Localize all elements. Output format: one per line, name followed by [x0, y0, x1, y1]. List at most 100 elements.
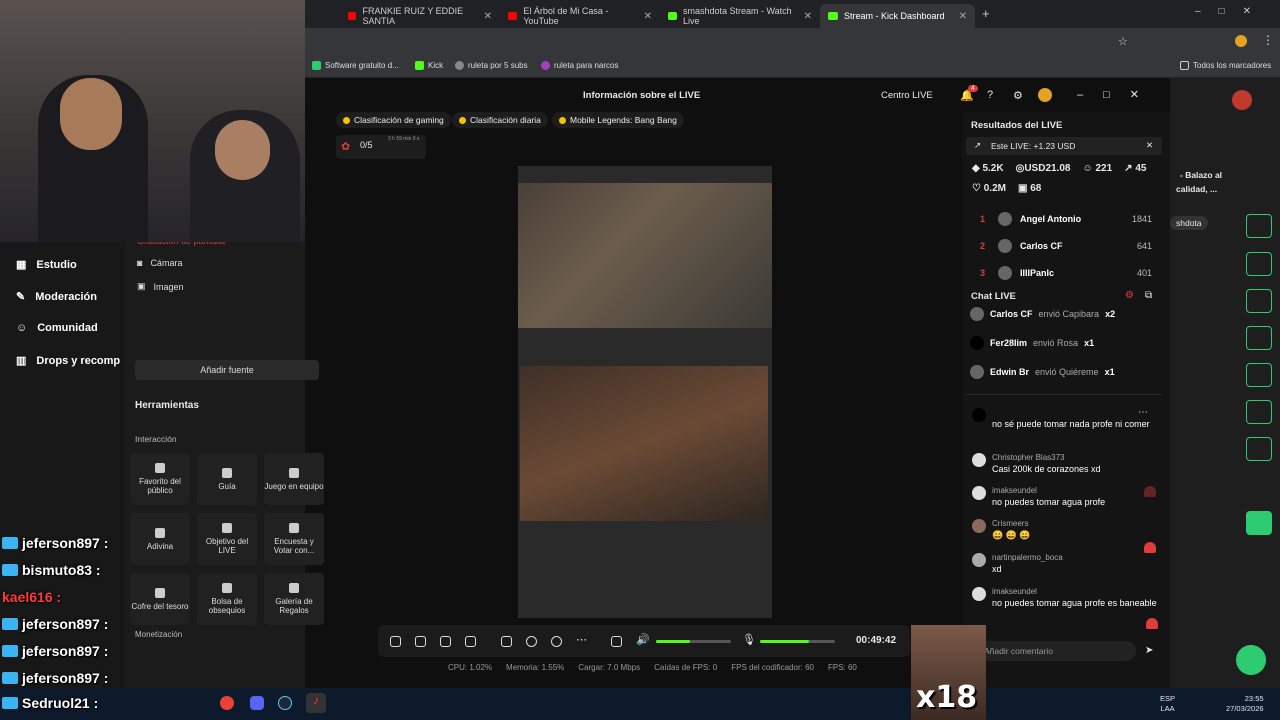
- popout-icon[interactable]: ⧉: [1145, 290, 1152, 301]
- tool-bolsa[interactable]: Bolsa de obsequios: [197, 573, 257, 625]
- speaker-icon[interactable]: 🔊: [636, 633, 650, 646]
- chat-message[interactable]: nartinpalermo_boca xd: [970, 553, 1160, 575]
- tool-objetivo[interactable]: Objetivo del LIVE: [197, 513, 257, 565]
- close-icon[interactable]: ✕: [484, 11, 492, 22]
- record-icon[interactable]: [526, 636, 537, 647]
- avatar: [972, 408, 986, 422]
- magic-icon[interactable]: [390, 636, 401, 647]
- phone-icon[interactable]: [501, 636, 512, 647]
- bookmark-software[interactable]: Software gratuito d...: [312, 61, 399, 70]
- chat-message[interactable]: no sé puede tomar nada profe ni comer: [970, 408, 1160, 430]
- tiktok-icon[interactable]: ♪: [306, 693, 326, 713]
- screen-icon[interactable]: [415, 636, 426, 647]
- more-icon[interactable]: ⋯: [1138, 407, 1148, 418]
- tool-guia[interactable]: Guía: [197, 453, 257, 505]
- sidebar-item-comunidad[interactable]: ☺ Comunidad: [16, 322, 98, 334]
- tab-frankie[interactable]: FRANKIE RUIZ Y EDDIE SANTIA ✕: [340, 4, 500, 28]
- source-camera[interactable]: ◙ Cámara: [137, 258, 182, 268]
- goal-widget[interactable]: ✿ 0/5 3 h 59 min 9 s: [336, 135, 426, 159]
- rank-row[interactable]: 1 Angel Antonio 1841: [980, 212, 1152, 226]
- gift-message: Fer28lim envió Rosa x1: [970, 336, 1094, 350]
- pill-diaria[interactable]: Clasificación diaria: [452, 112, 548, 128]
- green-tool-button[interactable]: [1246, 214, 1272, 238]
- sidebar-item-moderacion[interactable]: ✎ Moderación: [16, 290, 97, 304]
- overlay-chat-line: jeferson897 :: [2, 643, 108, 659]
- volume-slider[interactable]: [656, 640, 731, 643]
- camera-icon[interactable]: [551, 636, 562, 647]
- bookmark-icon: [455, 61, 464, 70]
- tool-favorito[interactable]: Favorito del público: [130, 453, 190, 505]
- window-controls[interactable]: –□✕: [1077, 88, 1159, 101]
- mixer-icon[interactable]: [611, 636, 622, 647]
- bookmark-ruleta-subs[interactable]: ruleta por 5 subs: [455, 61, 528, 70]
- tool-galeria[interactable]: Galería de Regalos: [264, 573, 324, 625]
- tool-juego-equipo[interactable]: Juego en equipo: [264, 453, 324, 505]
- settings-icon[interactable]: ⚙: [1013, 89, 1023, 102]
- star-icon[interactable]: ☆: [1118, 35, 1128, 48]
- steam-icon[interactable]: [278, 696, 292, 710]
- gifts-stat: ▣ 68: [1017, 183, 1042, 194]
- rose-icon: ✿: [341, 141, 351, 153]
- all-bookmarks[interactable]: Todos los marcadores: [1180, 61, 1271, 70]
- tab-kick-dashboard[interactable]: Stream - Kick Dashboard ✕: [820, 4, 975, 28]
- green-tool-button[interactable]: [1246, 437, 1272, 461]
- discord-icon[interactable]: [250, 696, 264, 710]
- pill-gaming[interactable]: Clasificación de gaming: [336, 112, 451, 128]
- effects-icon[interactable]: [440, 636, 451, 647]
- comment-input[interactable]: Añadir comentario: [968, 641, 1136, 661]
- stream-preview: [518, 166, 772, 618]
- green-tool-button[interactable]: [1246, 511, 1272, 535]
- avatar[interactable]: [1232, 90, 1252, 110]
- people-icon: ☺: [16, 322, 28, 334]
- green-tool-button[interactable]: [1246, 289, 1272, 313]
- mic-icon[interactable]: 🎙: [742, 633, 756, 646]
- clock[interactable]: 23:55 27/03/2026: [1226, 694, 1264, 714]
- chat-message[interactable]: imakseundel no puedes tomar agua profe es…: [970, 587, 1160, 609]
- tool-encuesta[interactable]: Encuesta y Votar con...: [264, 513, 324, 565]
- avatar[interactable]: [1235, 35, 1247, 47]
- green-tool-button[interactable]: [1246, 252, 1272, 276]
- support-icon[interactable]: [1236, 645, 1266, 675]
- close-icon[interactable]: ✕: [644, 11, 652, 22]
- tab-arbol[interactable]: El Árbol de Mi Casa - YouTube ✕: [500, 4, 660, 28]
- new-tab-button[interactable]: +: [982, 6, 990, 21]
- rank-row[interactable]: 3 IIIIPanIc 401: [980, 266, 1152, 280]
- pill-mlbb[interactable]: Mobile Legends: Bang Bang: [552, 112, 684, 128]
- close-icon[interactable]: ✕: [1146, 140, 1153, 151]
- tool-cofre[interactable]: Cofre del tesoro: [130, 573, 190, 625]
- tool-adivina[interactable]: Adivina: [130, 513, 190, 565]
- chrome-icon[interactable]: [220, 696, 234, 710]
- bookmark-ruleta-narcos[interactable]: ruleta para narcos: [541, 61, 618, 70]
- chat-message[interactable]: Christopher Blas373 Casi 200k de corazone…: [970, 453, 1160, 475]
- source-image[interactable]: ▣ Imagen: [137, 281, 184, 292]
- bookmark-kick[interactable]: Kick: [415, 61, 443, 70]
- mic-slider[interactable]: [760, 640, 835, 643]
- sidebar-item-estudio[interactable]: ▦ Estudio: [16, 258, 77, 272]
- avatar[interactable]: [1038, 88, 1052, 102]
- language-indicator[interactable]: ESP LAA: [1160, 694, 1175, 714]
- window-controls[interactable]: –□✕: [1195, 6, 1269, 17]
- tab-smashdota[interactable]: smashdota Stream - Watch Live ✕: [660, 4, 820, 28]
- centro-live-button[interactable]: Centro LIVE: [881, 90, 933, 101]
- menu-icon[interactable]: ⋮: [1262, 33, 1274, 47]
- more-icon[interactable]: ⋯: [576, 633, 587, 646]
- rank-row[interactable]: 2 Carlos CF 641: [980, 239, 1152, 253]
- avatar: [972, 453, 986, 467]
- sidebar-item-drops[interactable]: ▥ Drops y recomp: [16, 354, 120, 368]
- chat-title: Chat LIVE: [971, 291, 1016, 302]
- chat-message[interactable]: Crismeers 😄 😄 😄: [970, 519, 1160, 541]
- close-icon[interactable]: ✕: [959, 11, 967, 22]
- add-icon[interactable]: [465, 636, 476, 647]
- help-icon[interactable]: ?: [987, 89, 993, 101]
- tag-pill[interactable]: shdota: [1170, 216, 1208, 230]
- green-tool-button[interactable]: [1246, 400, 1272, 424]
- add-source-button[interactable]: Añadir fuente: [135, 360, 319, 380]
- settings-icon[interactable]: ⚙: [1125, 290, 1134, 301]
- badge-icon: [2, 618, 18, 630]
- green-tool-button[interactable]: [1246, 363, 1272, 387]
- green-tool-button[interactable]: [1246, 326, 1272, 350]
- close-icon[interactable]: ✕: [804, 11, 812, 22]
- chat-message[interactable]: imakseundel no puedes tomar agua profe: [970, 486, 1160, 508]
- results-title: Resultados del LIVE: [971, 120, 1063, 131]
- send-icon[interactable]: ➤: [1145, 645, 1153, 656]
